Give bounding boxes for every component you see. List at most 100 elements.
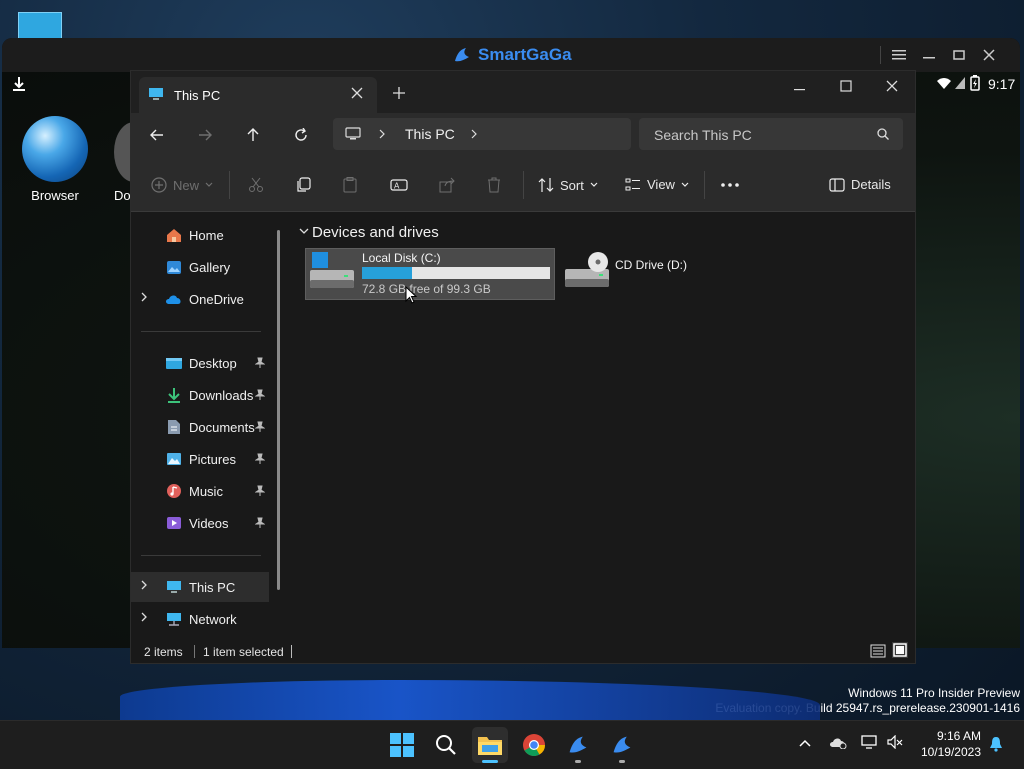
sidebar-scrollbar[interactable]	[277, 230, 280, 590]
clock-time[interactable]: 9:16 AM	[935, 729, 981, 743]
start-button[interactable]	[384, 727, 420, 763]
address-bar[interactable]: This PC	[333, 118, 631, 150]
sidebar-item-downloads[interactable]: Downloads	[131, 380, 271, 410]
emulator-menu-button[interactable]	[888, 44, 910, 66]
window-minimize-button[interactable]	[794, 83, 806, 95]
sidebar-item-desktop[interactable]: Desktop	[131, 348, 271, 378]
sidebar-item-videos[interactable]: Videos	[131, 508, 271, 538]
second-app-label[interactable]: Do	[114, 188, 131, 203]
toolbar-divider	[523, 171, 524, 199]
chevron-right-icon[interactable]	[141, 292, 147, 302]
section-collapse-toggle[interactable]	[299, 228, 309, 234]
window-maximize-button[interactable]	[840, 80, 852, 92]
sidebar-item-home[interactable]: Home	[131, 220, 271, 250]
emulator-brand-label: SmartGaGa	[478, 45, 572, 64]
tiles-view-button[interactable]	[892, 642, 908, 658]
arrow-right-icon	[199, 129, 212, 141]
sort-button[interactable]: Sort	[538, 177, 598, 193]
chrome-button[interactable]	[516, 727, 552, 763]
details-button-label: Details	[851, 177, 891, 192]
more-options-button[interactable]	[721, 183, 739, 187]
emulator-maximize-button[interactable]	[948, 44, 970, 66]
refresh-button[interactable]	[285, 119, 317, 151]
pin-icon[interactable]	[255, 357, 265, 369]
sidebar-item-gallery[interactable]: Gallery	[131, 252, 271, 282]
sidebar-item-music[interactable]: Music	[131, 476, 271, 506]
sidebar-item-onedrive[interactable]: OneDrive	[131, 284, 271, 314]
scissors-icon	[249, 177, 263, 192]
delete-button[interactable]	[487, 177, 501, 193]
smartgaga-logo-icon	[569, 736, 587, 753]
network-icon	[165, 610, 183, 628]
clock-date[interactable]: 10/19/2023	[917, 745, 981, 759]
taskbar: 9:16 AM 10/19/2023	[0, 720, 1024, 769]
details-view-button[interactable]	[870, 644, 886, 658]
paste-button[interactable]	[343, 177, 357, 193]
file-explorer-taskbar-button[interactable]	[472, 727, 508, 763]
new-tab-button[interactable]	[393, 87, 405, 99]
onedrive-icon	[165, 290, 183, 308]
battery-icon	[970, 75, 980, 91]
copy-icon	[297, 177, 311, 192]
network-tray-button[interactable]	[861, 735, 877, 749]
sidebar-item-documents[interactable]: Documents	[131, 412, 271, 442]
drive-tile-d[interactable]: CD Drive (D:)	[563, 248, 743, 298]
cloud-icon	[830, 738, 847, 749]
sidebar-item-this-pc[interactable]: This PC	[131, 572, 269, 602]
emulator-titlebar: SmartGaGa	[2, 38, 1020, 72]
sidebar-item-label: Music	[189, 483, 223, 499]
new-button[interactable]: New	[151, 177, 213, 193]
copy-button[interactable]	[295, 177, 311, 193]
status-item-count: 2 items	[144, 645, 183, 659]
show-hidden-icons-button[interactable]	[799, 739, 811, 747]
breadcrumb-this-pc[interactable]: This PC	[405, 126, 455, 142]
rename-button[interactable]: A	[390, 177, 408, 193]
notifications-button[interactable]	[989, 736, 1003, 752]
back-button[interactable]	[141, 119, 173, 151]
tab-close-button[interactable]	[351, 87, 363, 99]
browser-app-icon[interactable]	[22, 116, 88, 182]
sidebar-item-pictures[interactable]: Pictures	[131, 444, 271, 474]
emulator-minimize-button[interactable]	[918, 44, 940, 66]
pin-icon[interactable]	[255, 517, 265, 529]
maximize-icon	[840, 80, 852, 92]
share-button[interactable]	[439, 177, 455, 193]
search-box[interactable]: Search This PC	[639, 118, 903, 150]
pin-icon[interactable]	[255, 421, 265, 433]
chevron-right-icon[interactable]	[141, 580, 147, 590]
smartgaga-logo-icon	[455, 48, 469, 62]
view-button[interactable]: View	[625, 177, 689, 192]
browser-app-label[interactable]: Browser	[22, 188, 88, 203]
drive-c-usage-bar	[362, 267, 550, 279]
desktop-folder-icon	[165, 354, 183, 372]
forward-button[interactable]	[189, 119, 221, 151]
pin-icon[interactable]	[255, 389, 265, 401]
smartgaga-taskbar-button-1[interactable]	[560, 727, 596, 763]
pin-icon[interactable]	[255, 485, 265, 497]
status-bar: 2 items 1 item selected	[131, 637, 915, 663]
search-button[interactable]	[428, 727, 464, 763]
details-button[interactable]: Details	[829, 177, 891, 192]
chevron-right-icon[interactable]	[141, 612, 147, 622]
rename-icon: A	[390, 179, 408, 191]
maximize-icon	[953, 50, 965, 60]
pin-icon[interactable]	[255, 453, 265, 465]
volume-tray-button[interactable]	[887, 735, 903, 749]
sidebar-item-network[interactable]: Network	[131, 604, 271, 634]
cut-button[interactable]	[248, 177, 264, 193]
onedrive-tray-button[interactable]	[829, 735, 847, 749]
watermark-line1: Windows 11 Pro Insider Preview	[848, 686, 1020, 700]
running-indicator	[619, 760, 625, 763]
chevron-right-icon	[379, 129, 385, 139]
hard-drive-icon	[310, 252, 356, 292]
window-close-button[interactable]	[886, 80, 898, 92]
plus-icon	[393, 87, 405, 99]
this-pc-icon	[165, 578, 183, 596]
emulator-close-button[interactable]	[978, 44, 1000, 66]
sidebar-item-label: Downloads	[189, 387, 254, 403]
chevron-right-icon[interactable]	[471, 129, 477, 139]
drive-tile-c[interactable]: Local Disk (C:) 72.8 GB free of 99.3 GB	[305, 248, 555, 300]
up-button[interactable]	[237, 119, 269, 151]
tab-this-pc[interactable]: This PC	[139, 77, 377, 113]
smartgaga-taskbar-button-2[interactable]	[604, 727, 640, 763]
